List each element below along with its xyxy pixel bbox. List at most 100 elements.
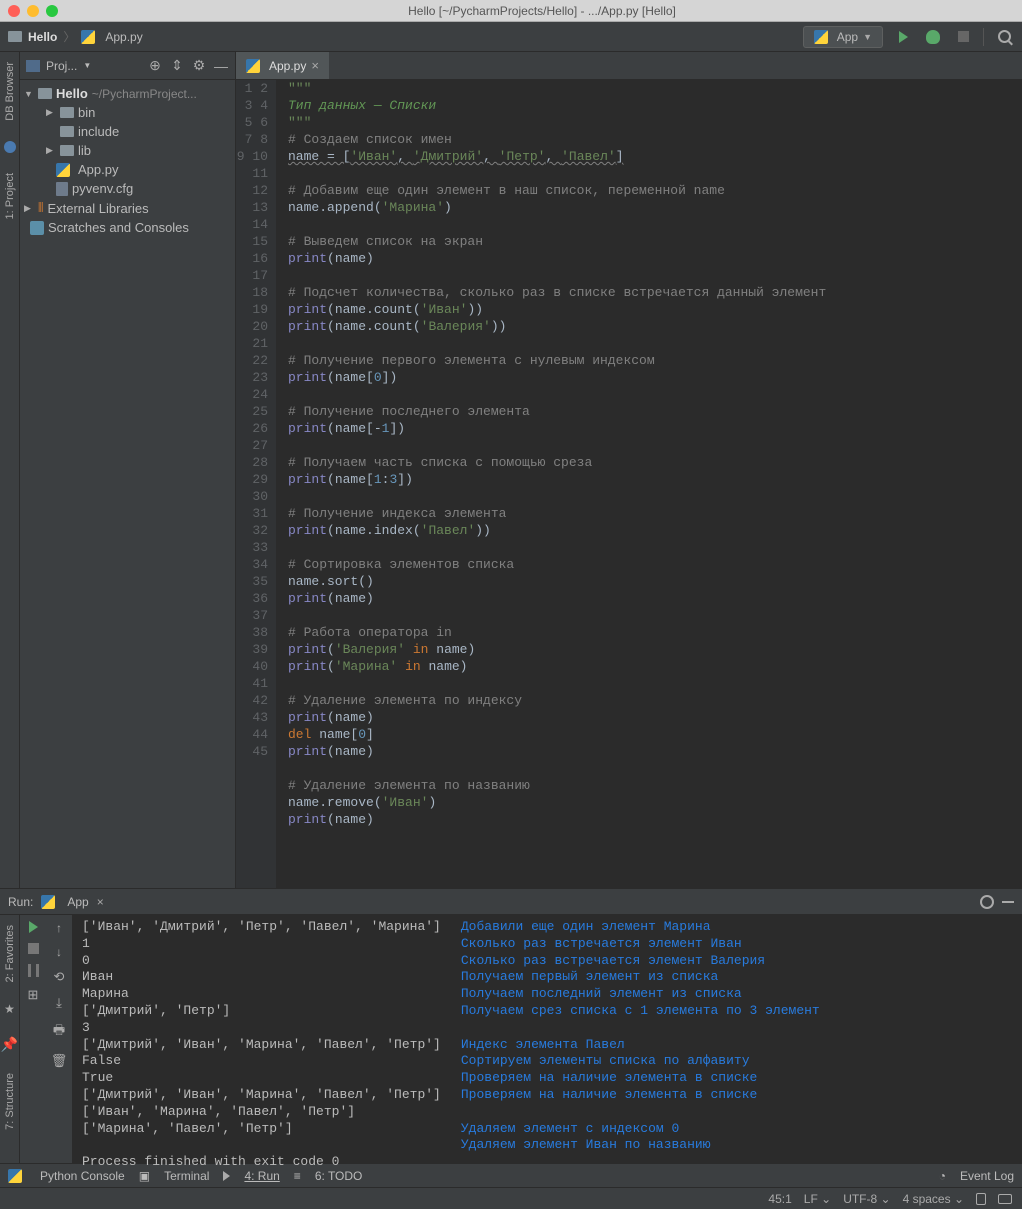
window-titlebar: Hello [~/PycharmProjects/Hello] - .../Ap… [0, 0, 1022, 22]
search-button[interactable] [994, 27, 1014, 47]
gear-icon[interactable] [980, 895, 994, 909]
play-icon [223, 1171, 230, 1181]
play-icon [899, 31, 908, 43]
file-icon [56, 182, 68, 196]
up-arrow-icon[interactable]: ↑ [56, 921, 62, 935]
tree-item-app-py[interactable]: App.py [20, 160, 235, 179]
tree-label: bin [78, 105, 95, 120]
zoom-window-icon[interactable] [46, 5, 58, 17]
hide-icon[interactable]: — [213, 58, 229, 74]
separator [983, 28, 984, 46]
close-run-tab-icon[interactable]: × [97, 895, 104, 909]
tree-scratches[interactable]: Scratches and Consoles [20, 218, 235, 237]
gear-icon[interactable]: ⚙ [191, 58, 207, 74]
todo-button[interactable]: 6: TODO [315, 1169, 363, 1183]
expand-arrow-icon[interactable]: ▼ [24, 89, 34, 99]
run-config-name: App [837, 30, 858, 44]
tab-label: App.py [269, 59, 306, 73]
tree-external-libraries[interactable]: ▶ ⫴ External Libraries [20, 198, 235, 218]
tree-label: lib [78, 143, 91, 158]
pin-icon[interactable]: 📌 [1, 1036, 18, 1053]
star-icon: ★ [4, 1002, 15, 1016]
code-content[interactable]: """ Тип данных — Списки """ # Создаем сп… [276, 80, 1022, 888]
bug-icon [926, 30, 940, 44]
soft-wrap-icon[interactable]: ⟲ [54, 969, 65, 985]
lock-icon[interactable] [976, 1193, 986, 1205]
python-console-button[interactable]: Python Console [40, 1169, 125, 1183]
python-file-icon [56, 163, 70, 177]
tree-item-bin[interactable]: ▶ bin [20, 103, 235, 122]
python-icon [814, 30, 828, 44]
tree-label: App.py [78, 162, 118, 177]
terminal-icon: ▣ [139, 1169, 150, 1183]
run-configuration-selector[interactable]: App ▼ [803, 26, 883, 48]
run-button[interactable] [893, 27, 913, 47]
python-icon [8, 1169, 22, 1183]
library-icon: ⫴ [38, 200, 43, 216]
tree-root[interactable]: ▼ Hello ~/PycharmProject... [20, 84, 235, 103]
folder-icon [38, 88, 52, 99]
tree-item-include[interactable]: include [20, 122, 235, 141]
expand-arrow-icon[interactable]: ▶ [46, 107, 56, 118]
cursor-position[interactable]: 45:1 [768, 1192, 791, 1206]
tree-item-pyvenv[interactable]: pyvenv.cfg [20, 179, 235, 198]
breadcrumb-file[interactable]: App.py [105, 30, 142, 44]
run-controls-column-2: ↑ ↓ ⟲ ⤓ 🖶 🗑 [46, 915, 72, 1163]
stop-icon[interactable] [28, 943, 39, 954]
file-encoding[interactable]: UTF-8 ⌄ [843, 1192, 890, 1206]
pause-icon[interactable] [28, 964, 39, 977]
navigation-bar: Hello 〉 App.py App ▼ [0, 22, 1022, 52]
expand-arrow-icon[interactable]: ▶ [24, 203, 34, 214]
tree-root-path: ~/PycharmProject... [92, 87, 197, 101]
debug-button[interactable] [923, 27, 943, 47]
tree-label: External Libraries [47, 201, 148, 216]
target-icon[interactable]: ⊕ [147, 58, 163, 74]
close-tab-icon[interactable]: × [311, 58, 319, 73]
project-tab[interactable]: 1: Project [4, 173, 16, 219]
window-title: Hello [~/PycharmProjects/Hello] - .../Ap… [70, 4, 1014, 18]
line-separator[interactable]: LF ⌄ [804, 1192, 831, 1206]
editor-tab-bar: App.py × [236, 52, 1022, 80]
favorites-tab[interactable]: 2: Favorites [4, 925, 16, 982]
expand-arrow-icon[interactable]: ▶ [46, 145, 56, 156]
db-browser-tab[interactable]: DB Browser [4, 62, 16, 121]
down-arrow-icon[interactable]: ↓ [56, 945, 62, 959]
python-file-icon [246, 59, 260, 73]
indent-setting[interactable]: 4 spaces ⌄ [903, 1192, 964, 1206]
python-file-icon [81, 30, 95, 44]
project-sidebar: Proj... ▼ ⊕ ⇕ ⚙ — ▼ Hello ~/PycharmProje… [20, 52, 236, 888]
stop-button[interactable] [953, 27, 973, 47]
layout-icon[interactable]: ⊞ [28, 987, 39, 1003]
run-tab-name[interactable]: App [67, 895, 88, 909]
minimize-window-icon[interactable] [27, 5, 39, 17]
run-tool-button[interactable]: 4: Run [244, 1169, 279, 1183]
tree-label: include [78, 124, 119, 139]
terminal-button[interactable]: Terminal [164, 1169, 209, 1183]
hide-icon[interactable] [1002, 901, 1014, 903]
collapse-icon[interactable]: ⇕ [169, 58, 185, 74]
editor-area: App.py × 1 2 3 4 5 6 7 8 9 10 11 12 13 1… [236, 52, 1022, 888]
scroll-icon[interactable]: ⤓ [56, 995, 62, 1011]
inspector-icon[interactable] [998, 1194, 1012, 1204]
search-icon [998, 30, 1011, 43]
tree-item-lib[interactable]: ▶ lib [20, 141, 235, 160]
breadcrumb: Hello 〉 App.py [8, 28, 803, 45]
python-icon [41, 895, 55, 909]
tree-label: pyvenv.cfg [72, 181, 133, 196]
chevron-down-icon[interactable]: ▼ [83, 61, 91, 70]
console-annotations: Добавили еще один элемент Марина Сколько… [441, 919, 820, 1159]
print-icon[interactable]: 🖶 [53, 1021, 65, 1043]
console-output[interactable]: ['Иван', 'Дмитрий', 'Петр', 'Павел', 'Ма… [72, 915, 1022, 1163]
breadcrumb-project[interactable]: Hello [28, 30, 57, 44]
rerun-icon[interactable] [29, 921, 38, 933]
event-log-button[interactable]: Event Log [960, 1169, 1014, 1183]
event-log-icon: ◔ [939, 1169, 946, 1183]
close-window-icon[interactable] [8, 5, 20, 17]
structure-tab[interactable]: 7: Structure [4, 1073, 16, 1130]
trash-icon[interactable]: 🗑 [51, 1053, 68, 1069]
run-left-rail: 2: Favorites ★ 📌 7: Structure [0, 915, 20, 1163]
stop-icon [958, 31, 969, 42]
project-tree: ▼ Hello ~/PycharmProject... ▶ bin include… [20, 80, 235, 241]
editor-tab-app[interactable]: App.py × [236, 52, 329, 79]
code-editor[interactable]: 1 2 3 4 5 6 7 8 9 10 11 12 13 14 15 16 1… [236, 80, 1022, 888]
